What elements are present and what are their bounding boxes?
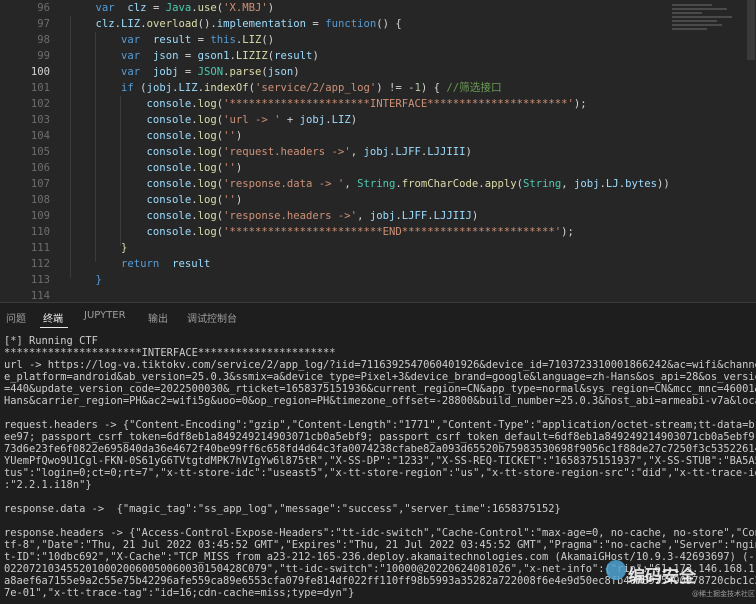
watermark-text: 编码安全 — [628, 567, 696, 587]
line-number: 102 — [30, 98, 50, 110]
code-editor[interactable]: 96 var clz = Java.use('X.MBJ') 97 clz.LIZ… — [0, 0, 756, 302]
editor-scrollbar[interactable] — [747, 0, 755, 60]
terminal-line: 7e-01","x-tt-trace-tag":"id=16;cdn-cache… — [4, 587, 355, 599]
tab-output[interactable]: 输出 — [148, 310, 168, 325]
code-line[interactable]: 110 console.log('***********************… — [0, 224, 756, 240]
code-line[interactable]: 114 — [0, 288, 756, 302]
code-line[interactable]: 113 } — [0, 272, 756, 288]
code-line[interactable]: 97 clz.LIZ.overload().implementation = f… — [0, 16, 756, 32]
code-text: console.log('') — [146, 194, 243, 206]
terminal-line: response.headers -> {"Access-Control-Exp… — [4, 527, 756, 539]
code-line[interactable]: 102 console.log('**********************I… — [0, 96, 756, 112]
terminal-line: e_platform=android&ab_version=25.0.3&ssm… — [4, 371, 756, 383]
terminal-line: [*] Running CTF — [4, 335, 98, 347]
code-text: console.log('') — [146, 162, 243, 174]
line-number: 101 — [30, 82, 50, 94]
line-number: 114 — [30, 290, 50, 302]
code-line[interactable]: 99 var json = gson1.LIZIZ(result) — [0, 48, 756, 64]
panel-tabs: 问题 终端 JUPYTER 输出 调试控制台 — [0, 302, 756, 333]
line-number: 96 — [37, 2, 50, 14]
terminal-line: url -> https://log-va.tiktokv.com/servic… — [4, 359, 756, 371]
code-line[interactable]: 104 console.log('') — [0, 128, 756, 144]
line-number: 109 — [30, 210, 50, 222]
line-number: 113 — [30, 274, 50, 286]
code-text: console.log('**********************INTER… — [146, 98, 587, 110]
line-number: 105 — [30, 146, 50, 158]
line-number: 100 — [30, 66, 50, 78]
line-number: 106 — [30, 162, 50, 174]
code-line[interactable]: 100 var jobj = JSON.parse(json) — [0, 64, 756, 80]
code-line[interactable]: 106 console.log('') — [0, 160, 756, 176]
minimap[interactable] — [672, 2, 742, 42]
code-text: var result = this.LIZ() — [121, 34, 275, 46]
code-text: if (jobj.LIZ.indexOf('service/2/app_log'… — [121, 82, 502, 94]
code-text: var clz = Java.use('X.MBJ') — [95, 2, 275, 14]
terminal-line: Hans&carrier_region=PH&ac2=wifi5g&uoo=0&… — [4, 395, 756, 407]
code-line[interactable]: 103 console.log('url -> ' + jobj.LIZ) — [0, 112, 756, 128]
code-text: } — [95, 274, 102, 286]
line-number: 112 — [30, 258, 50, 270]
code-line[interactable]: 108 console.log('') — [0, 192, 756, 208]
code-text: console.log('') — [146, 130, 243, 142]
code-line[interactable]: 96 var clz = Java.use('X.MBJ') — [0, 0, 756, 16]
watermark-logo-icon — [606, 560, 626, 580]
watermark-subtext: @稀土掘金技术社区 — [692, 590, 755, 598]
code-text: console.log('************************END… — [146, 226, 574, 238]
code-text: console.log('request.headers ->', jobj.L… — [146, 146, 472, 158]
tab-debug-console[interactable]: 调试控制台 — [187, 310, 237, 325]
terminal-line: **********************INTERFACE*********… — [4, 347, 336, 359]
active-tab-indicator — [40, 327, 68, 328]
line-number: 104 — [30, 130, 50, 142]
bottom-panel: 问题 终端 JUPYTER 输出 调试控制台 [*] Running CTF **… — [0, 302, 756, 604]
code-text: console.log('response.data -> ', String.… — [146, 178, 670, 190]
terminal-line: :"2.2.1.i18n"} — [4, 479, 92, 491]
terminal-line: ee97; passport_csrf_token=6df8eb1a849249… — [4, 431, 756, 443]
code-line[interactable]: 98 var result = this.LIZ() — [0, 32, 756, 48]
line-number: 99 — [37, 50, 50, 62]
line-number: 103 — [30, 114, 50, 126]
terminal-line: response.data -> {"magic_tag":"ss_app_lo… — [4, 503, 561, 515]
terminal-output[interactable]: [*] Running CTF **********************INT… — [4, 335, 756, 599]
terminal-line: request.headers -> {"Content-Encoding":"… — [4, 419, 756, 431]
line-number: 97 — [37, 18, 50, 30]
tab-terminal[interactable]: 终端 — [43, 310, 63, 325]
code-line[interactable]: 105 console.log('request.headers ->', jo… — [0, 144, 756, 160]
code-text: console.log('response.headers ->', jobj.… — [146, 210, 479, 222]
terminal-line: tus":"login=0;ct=0;rt=7","x-tt-store-idc… — [4, 467, 756, 479]
code-text: } — [121, 242, 128, 254]
code-line[interactable]: 112 return result — [0, 256, 756, 272]
code-text: console.log('url -> ' + jobj.LIZ) — [146, 114, 358, 126]
terminal-line: tf-8","Date":"Thu, 21 Jul 2022 03:45:52 … — [4, 539, 756, 551]
terminal-line: YUemPfQwo9U1Cgl-FKN-0S61yG6TVtgtdMPK7hVI… — [4, 455, 756, 467]
code-text: clz.LIZ.overload().implementation = func… — [95, 18, 402, 30]
code-line[interactable]: 111 } — [0, 240, 756, 256]
line-number: 111 — [30, 242, 50, 254]
line-number: 110 — [30, 226, 50, 238]
line-number: 108 — [30, 194, 50, 206]
code-line[interactable]: 109 console.log('response.headers ->', j… — [0, 208, 756, 224]
code-text: var jobj = JSON.parse(json) — [121, 66, 300, 78]
code-text: var json = gson1.LIZIZ(result) — [121, 50, 319, 62]
tab-jupyter[interactable]: JUPYTER — [84, 310, 126, 321]
code-text: return result — [121, 258, 211, 270]
terminal-line: 73d6e23fe6f0822e695840da36e4672f40be99ff… — [4, 443, 756, 455]
code-line[interactable]: 101 if (jobj.LIZ.indexOf('service/2/app_… — [0, 80, 756, 96]
code-line[interactable]: 107 console.log('response.data -> ', Str… — [0, 176, 756, 192]
line-number: 107 — [30, 178, 50, 190]
terminal-line: =440&update_version_code=2022500030&_rti… — [4, 383, 756, 395]
tab-problems[interactable]: 问题 — [6, 310, 26, 325]
line-number: 98 — [37, 34, 50, 46]
